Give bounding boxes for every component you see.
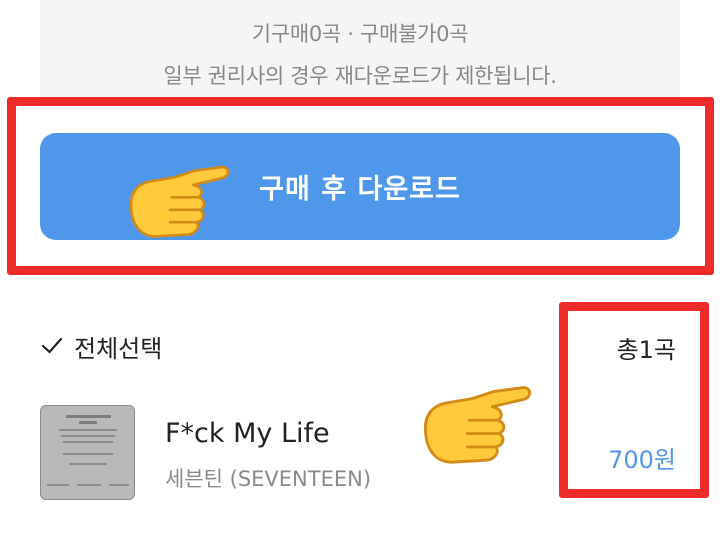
purchase-counts: 기구매0곡 · 구매불가0곡 — [251, 22, 469, 46]
checkmark-icon — [41, 337, 63, 354]
album-cover — [40, 405, 135, 500]
track-title: F*ck My Life — [165, 418, 330, 449]
redownload-notice: 일부 권리사의 경우 재다운로드가 제한됩니다. — [163, 64, 557, 88]
purchase-info-panel: 기구매0곡 · 구매불가0곡 일부 권리사의 경우 재다운로드가 제한됩니다. — [40, 0, 680, 100]
pointing-hand-emoji — [129, 165, 230, 238]
track-artist: 세븐틴 (SEVENTEEN) — [165, 467, 372, 491]
pointing-hand-emoji — [423, 386, 531, 464]
select-all-toggle[interactable]: 전체선택 — [40, 328, 162, 364]
select-all-label: 전체선택 — [74, 334, 163, 363]
track-price: 700원 — [608, 446, 676, 474]
